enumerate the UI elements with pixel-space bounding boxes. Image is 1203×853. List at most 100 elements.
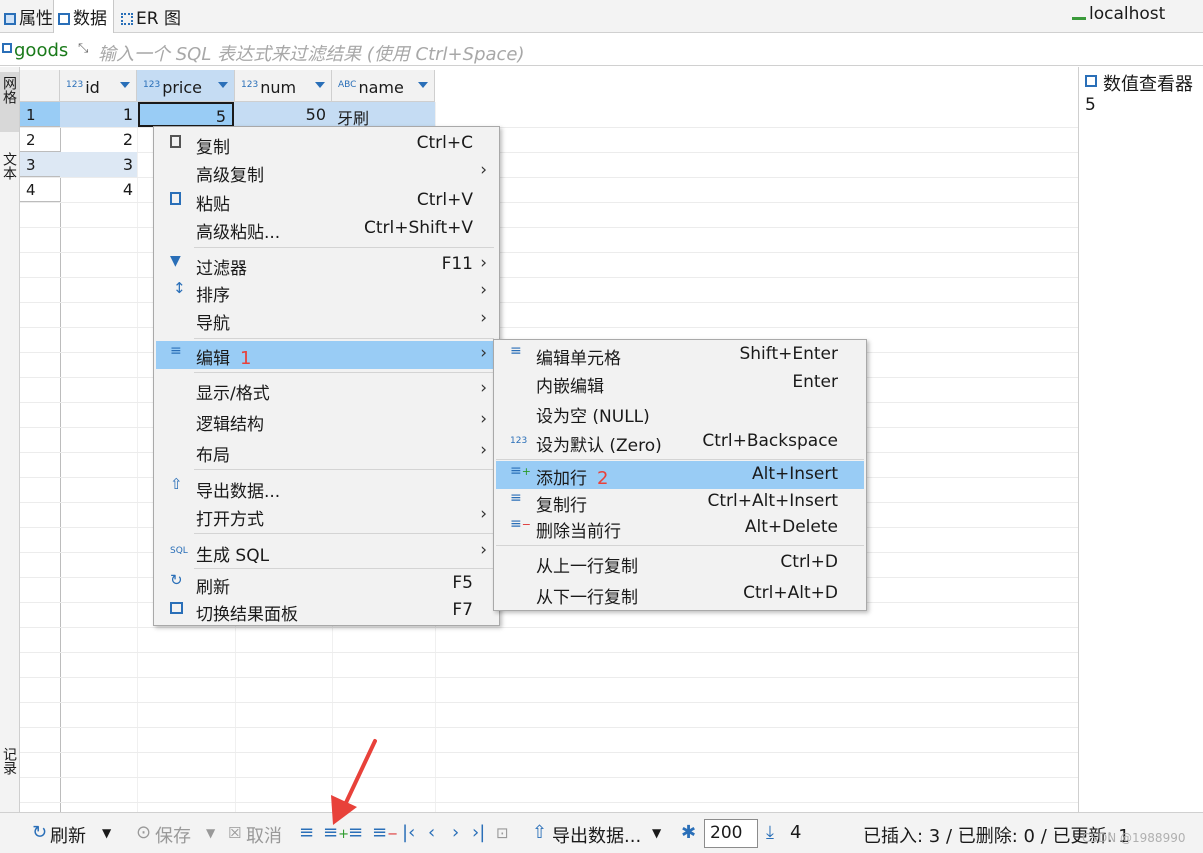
edit-icon: ≡	[170, 343, 182, 359]
properties-icon	[4, 13, 16, 25]
menu-item-set-default[interactable]: 123 设为默认 (Zero) Ctrl+Backspace	[496, 428, 864, 456]
row-number[interactable]: 2	[20, 127, 60, 152]
panel-icon	[170, 602, 183, 614]
menu-item-add-row[interactable]: ≡+ 添加行 2 Alt+Insert	[496, 461, 864, 489]
watermark: CSDN @1988990	[1082, 831, 1186, 845]
menu-item-toggle-results-panel[interactable]: 切换结果面板 F7	[156, 597, 497, 625]
column-sort-icon[interactable]	[218, 82, 228, 88]
filter-bar: goods ⤡ 输入一个 SQL 表达式来过滤结果 (使用 Ctrl+Space…	[0, 35, 1203, 66]
export-dropdown-icon[interactable]: ▼	[652, 826, 661, 840]
row-count-icon: ⤓	[766, 822, 774, 843]
previous-page-icon[interactable]: ‹	[428, 822, 435, 843]
last-page-icon[interactable]: ›|	[472, 822, 485, 843]
menu-item-set-null[interactable]: 设为空 (NULL)	[496, 399, 864, 427]
menu-item-advanced-copy[interactable]: 高级复制 ›	[156, 158, 497, 186]
fetch-all-icon[interactable]: ⊡	[496, 824, 509, 842]
edit-cell-button-icon[interactable]: ≡	[299, 822, 314, 843]
row-number[interactable]: 4	[20, 177, 60, 202]
menu-item-edit[interactable]: ≡ 编辑 1 ›	[156, 341, 497, 369]
expand-icon[interactable]: ⤡	[78, 41, 88, 56]
value-viewer-content[interactable]: 5	[1085, 95, 1096, 115]
column-header-price[interactable]: 123 price	[137, 70, 235, 102]
er-diagram-icon	[121, 13, 133, 25]
menu-item-delete-row[interactable]: ≡− 删除当前行 Alt+Delete	[496, 514, 864, 542]
refresh-button[interactable]: 刷新	[50, 822, 86, 848]
editor-tab-bar: 属性 数据 ER 图 localhost	[0, 0, 1203, 33]
submenu-arrow-icon: ›	[480, 504, 487, 524]
column-header-num[interactable]: 123 num	[235, 70, 332, 102]
menu-item-sort[interactable]: ↕ 排序 ›	[156, 278, 497, 306]
menu-item-edit-cell[interactable]: ≡ 编辑单元格 Shift+Enter	[496, 341, 864, 369]
annotation-badge-2: 2	[597, 468, 609, 489]
refresh-dropdown-icon[interactable]: ▼	[102, 826, 111, 840]
column-header-name[interactable]: ABC name	[332, 70, 435, 102]
save-button[interactable]: 保存	[155, 822, 191, 848]
connection-selector[interactable]: localhost	[1068, 0, 1171, 33]
submenu-arrow-icon: ›	[480, 160, 487, 180]
bottom-toolbar: ↻ 刷新 ▼ ⊙ 保存 ▼ ☒ 取消 ≡ ≡+ ≡ ≡− |‹ ‹ › ›| ⊡…	[0, 812, 1203, 853]
menu-item-advanced-paste[interactable]: 高级粘贴... Ctrl+Shift+V	[156, 215, 497, 243]
submenu-arrow-icon: ›	[480, 409, 487, 429]
table-icon	[2, 43, 12, 53]
paste-icon	[170, 192, 181, 205]
cell-id[interactable]: 1	[61, 102, 133, 127]
menu-item-duplicate-row[interactable]: ≡ 复制行 Ctrl+Alt+Insert	[496, 488, 864, 516]
refresh-icon: ↻	[170, 571, 183, 589]
menu-item-copy[interactable]: 复制 Ctrl+C	[156, 130, 497, 158]
menu-item-layout[interactable]: 布局 ›	[156, 438, 497, 466]
context-menu: 复制 Ctrl+C 高级复制 › 粘贴 Ctrl+V 高级粘贴... Ctrl+…	[153, 126, 500, 626]
menu-item-logical-structure[interactable]: 逻辑结构 ›	[156, 407, 497, 435]
column-sort-icon[interactable]	[120, 82, 130, 88]
tab-properties[interactable]: 属性	[0, 0, 59, 33]
export-data-button[interactable]: 导出数据...	[552, 822, 641, 848]
settings-gear-icon[interactable]: ✱	[681, 822, 696, 843]
cell-id[interactable]: 4	[61, 177, 133, 202]
first-page-icon[interactable]: |‹	[402, 822, 415, 843]
menu-item-inline-edit[interactable]: 内嵌编辑 Enter	[496, 369, 864, 397]
menu-item-copy-from-below[interactable]: 从下一行复制 Ctrl+Alt+D	[496, 580, 864, 608]
cell-price-selected[interactable]: 5	[138, 102, 234, 127]
column-sort-icon[interactable]	[418, 82, 428, 88]
next-page-icon[interactable]: ›	[452, 822, 459, 843]
sql-icon: SQL	[170, 546, 188, 556]
menu-item-display-format[interactable]: 显示/格式 ›	[156, 376, 497, 404]
annotation-badge-1: 1	[240, 348, 252, 369]
cell-id[interactable]: 3	[61, 152, 133, 177]
refresh-icon: ↻	[32, 822, 48, 843]
tab-er-diagram[interactable]: ER 图	[117, 0, 187, 33]
submenu-arrow-icon: ›	[480, 253, 487, 273]
cell-num[interactable]: 50	[236, 102, 326, 127]
cell-name[interactable]: 牙刷	[337, 102, 432, 128]
save-dropdown-icon[interactable]: ▼	[206, 826, 215, 840]
menu-item-export-data[interactable]: ⇧ 导出数据...	[156, 474, 497, 502]
menu-item-generate-sql[interactable]: SQL 生成 SQL ›	[156, 538, 497, 566]
menu-item-paste[interactable]: 粘贴 Ctrl+V	[156, 187, 497, 215]
row-number[interactable]: 1	[20, 102, 60, 127]
column-header-id[interactable]: 123 id	[60, 70, 137, 102]
fetch-size-input[interactable]: 200	[704, 819, 758, 848]
data-grid-icon	[58, 13, 70, 25]
export-icon: ⇧	[532, 822, 548, 843]
corner-cell[interactable]	[20, 70, 60, 102]
menu-item-copy-from-above[interactable]: 从上一行复制 Ctrl+D	[496, 549, 864, 577]
tab-data[interactable]: 数据	[53, 0, 114, 33]
menu-item-navigate[interactable]: 导航 ›	[156, 306, 497, 334]
cancel-button[interactable]: 取消	[246, 822, 282, 848]
view-text-tab[interactable]: 文本	[0, 152, 19, 207]
cell-id[interactable]: 2	[61, 127, 133, 152]
menu-item-refresh[interactable]: ↻ 刷新 F5	[156, 570, 497, 598]
annotation-arrow	[331, 739, 377, 825]
view-grid-tab[interactable]: 网格	[0, 72, 19, 132]
view-record-tab[interactable]: 记录	[0, 747, 19, 802]
row-number[interactable]: 3	[20, 152, 60, 177]
delete-row-icon: ≡−	[510, 516, 531, 532]
menu-item-filter[interactable]: ▼ 过滤器 F11 ›	[156, 251, 497, 279]
edit-submenu: ≡ 编辑单元格 Shift+Enter 内嵌编辑 Enter 设为空 (NULL…	[493, 339, 867, 611]
filter-input[interactable]: 输入一个 SQL 表达式来过滤结果 (使用 Ctrl+Space)	[98, 40, 525, 66]
submenu-arrow-icon: ›	[480, 540, 487, 560]
menu-item-open-with[interactable]: 打开方式 ›	[156, 502, 497, 530]
value-viewer-panel: 数值查看器 5	[1078, 67, 1203, 812]
sort-icon: ↕	[173, 279, 186, 297]
submenu-arrow-icon: ›	[480, 280, 487, 300]
column-sort-icon[interactable]	[315, 82, 325, 88]
